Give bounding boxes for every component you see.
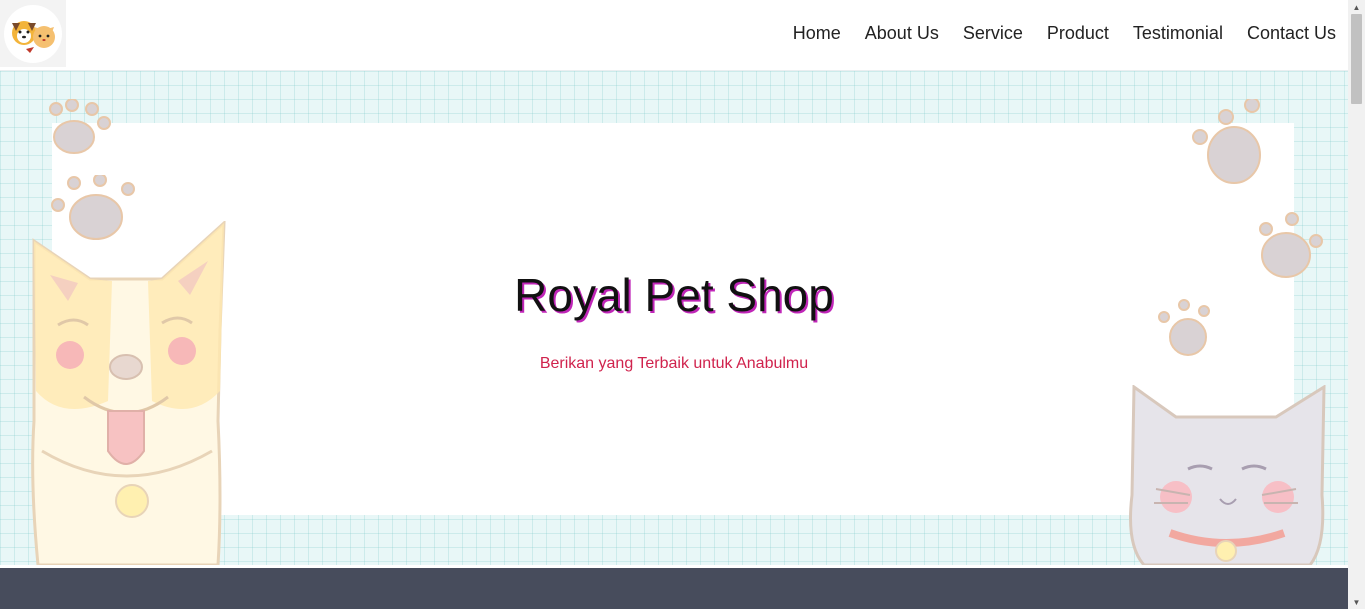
hero-section: Royal Pet Shop Berikan yang Terbaik untu… — [0, 71, 1348, 565]
cat-illustration-icon — [1129, 385, 1326, 565]
nav-contact-us[interactable]: Contact Us — [1247, 23, 1336, 44]
logo-badge — [4, 4, 62, 63]
site-header: Home About Us Service Product Testimonia… — [0, 0, 1348, 71]
page-scrollbar[interactable]: ▲ ▼ — [1348, 0, 1365, 609]
scroll-thumb[interactable] — [1351, 14, 1362, 104]
paw-print-icon — [1192, 99, 1261, 184]
next-section-band — [0, 568, 1348, 609]
nav-about-us[interactable]: About Us — [865, 23, 939, 44]
hero-subtitle: Berikan yang Terbaik untuk Anabulmu — [539, 355, 809, 372]
main-nav: Home About Us Service Product Testimonia… — [769, 0, 1336, 67]
paw-print-icon — [49, 99, 111, 154]
nav-home[interactable]: Home — [793, 23, 841, 44]
nav-product[interactable]: Product — [1047, 23, 1109, 44]
dog-and-cat-logo-icon — [12, 20, 55, 53]
arrow-up-icon[interactable]: ▲ — [1348, 0, 1365, 14]
logo[interactable] — [0, 0, 66, 67]
hero-title: Royal Pet Shop — [514, 269, 834, 321]
arrow-down-icon[interactable]: ▼ — [1348, 595, 1365, 609]
nav-service[interactable]: Service — [963, 23, 1023, 44]
nav-testimonial[interactable]: Testimonial — [1133, 23, 1223, 44]
